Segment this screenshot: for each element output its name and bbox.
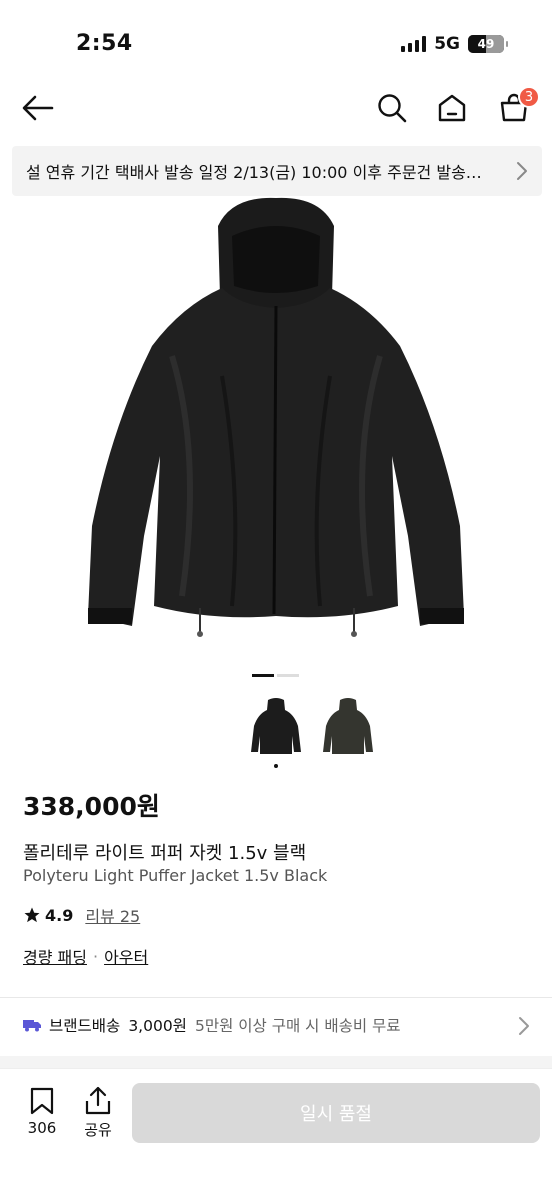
sold-out-button[interactable]: 일시 품절 [132, 1083, 540, 1143]
bottom-action-bar: 306 공유 일시 품절 [0, 1068, 552, 1200]
product-price: 338,000원 [23, 792, 160, 821]
category-link-light-padding[interactable]: 경량 패딩 [23, 944, 87, 968]
truck-icon [23, 1020, 41, 1032]
shipping-fee: 3,000원 [128, 1017, 187, 1035]
share-button[interactable]: 공유 [78, 1085, 118, 1140]
pager-dot [277, 674, 299, 677]
chevron-right-icon [519, 1017, 529, 1035]
notice-text: 설 연휴 기간 택배사 발송 일정 2/13(금) 10:00 이후 주문건 발… [26, 163, 482, 182]
color-thumbnails [250, 696, 374, 768]
bookmark-icon [30, 1087, 54, 1115]
like-button[interactable]: 306 [22, 1087, 62, 1137]
product-title-korean: 폴리테루 라이트 퍼퍼 자켓 1.5v 블랙 [23, 843, 307, 864]
category-breadcrumb: 경량 패딩 · 아우터 [23, 944, 148, 968]
image-pager [252, 674, 299, 677]
home-icon [438, 94, 466, 122]
product-image[interactable] [82, 196, 470, 646]
selected-indicator [274, 764, 278, 768]
jacket-thumbnail-icon [251, 698, 301, 754]
like-count: 306 [27, 1119, 57, 1137]
product-title-english: Polyteru Light Puffer Jacket 1.5v Black [23, 866, 328, 885]
cart-button[interactable]: 3 [496, 86, 540, 126]
search-button[interactable] [374, 90, 410, 126]
category-link-outer[interactable]: 아우터 [104, 944, 148, 968]
star-icon [24, 907, 40, 923]
back-button[interactable] [20, 90, 56, 126]
signal-icon [401, 36, 427, 52]
battery-level: 49 [477, 37, 495, 51]
jacket-image [88, 197, 464, 637]
notice-banner[interactable]: 설 연휴 기간 택배사 발송 일정 2/13(금) 10:00 이후 주문건 발… [12, 146, 542, 196]
chevron-right-icon [517, 162, 527, 180]
thumbnail-black[interactable] [250, 696, 302, 768]
shipping-info[interactable]: 브랜드배송 3,000원 5만원 이상 구매 시 배송비 무료 [23, 1014, 401, 1036]
status-bar: 2:54 5G 49 [0, 0, 552, 90]
network-label: 5G [434, 34, 460, 54]
home-button[interactable] [434, 90, 470, 126]
rating-score: 4.9 [45, 905, 74, 925]
top-nav: 3 [0, 80, 552, 136]
shipping-note: 5만원 이상 구매 시 배송비 무료 [194, 1017, 401, 1035]
search-icon [378, 94, 407, 123]
battery-icon: 49 [468, 35, 508, 53]
section-spacer [0, 1056, 552, 1068]
reviews-link[interactable]: 리뷰 25 [85, 903, 140, 927]
divider [0, 997, 552, 998]
share-icon [85, 1086, 111, 1115]
shipping-label: 브랜드배송 [49, 1017, 121, 1035]
jacket-thumbnail-icon [323, 698, 373, 754]
share-label: 공유 [84, 1121, 112, 1139]
pager-dot-active [252, 674, 274, 677]
cart-count-badge: 3 [518, 86, 540, 108]
category-separator: · [92, 946, 99, 966]
thumbnail-olive[interactable] [322, 696, 374, 758]
status-icons: 5G 49 [401, 34, 508, 54]
status-time: 2:54 [76, 31, 133, 56]
rating-row: 4.9 리뷰 25 [23, 903, 140, 927]
arrow-left-icon [22, 95, 54, 121]
